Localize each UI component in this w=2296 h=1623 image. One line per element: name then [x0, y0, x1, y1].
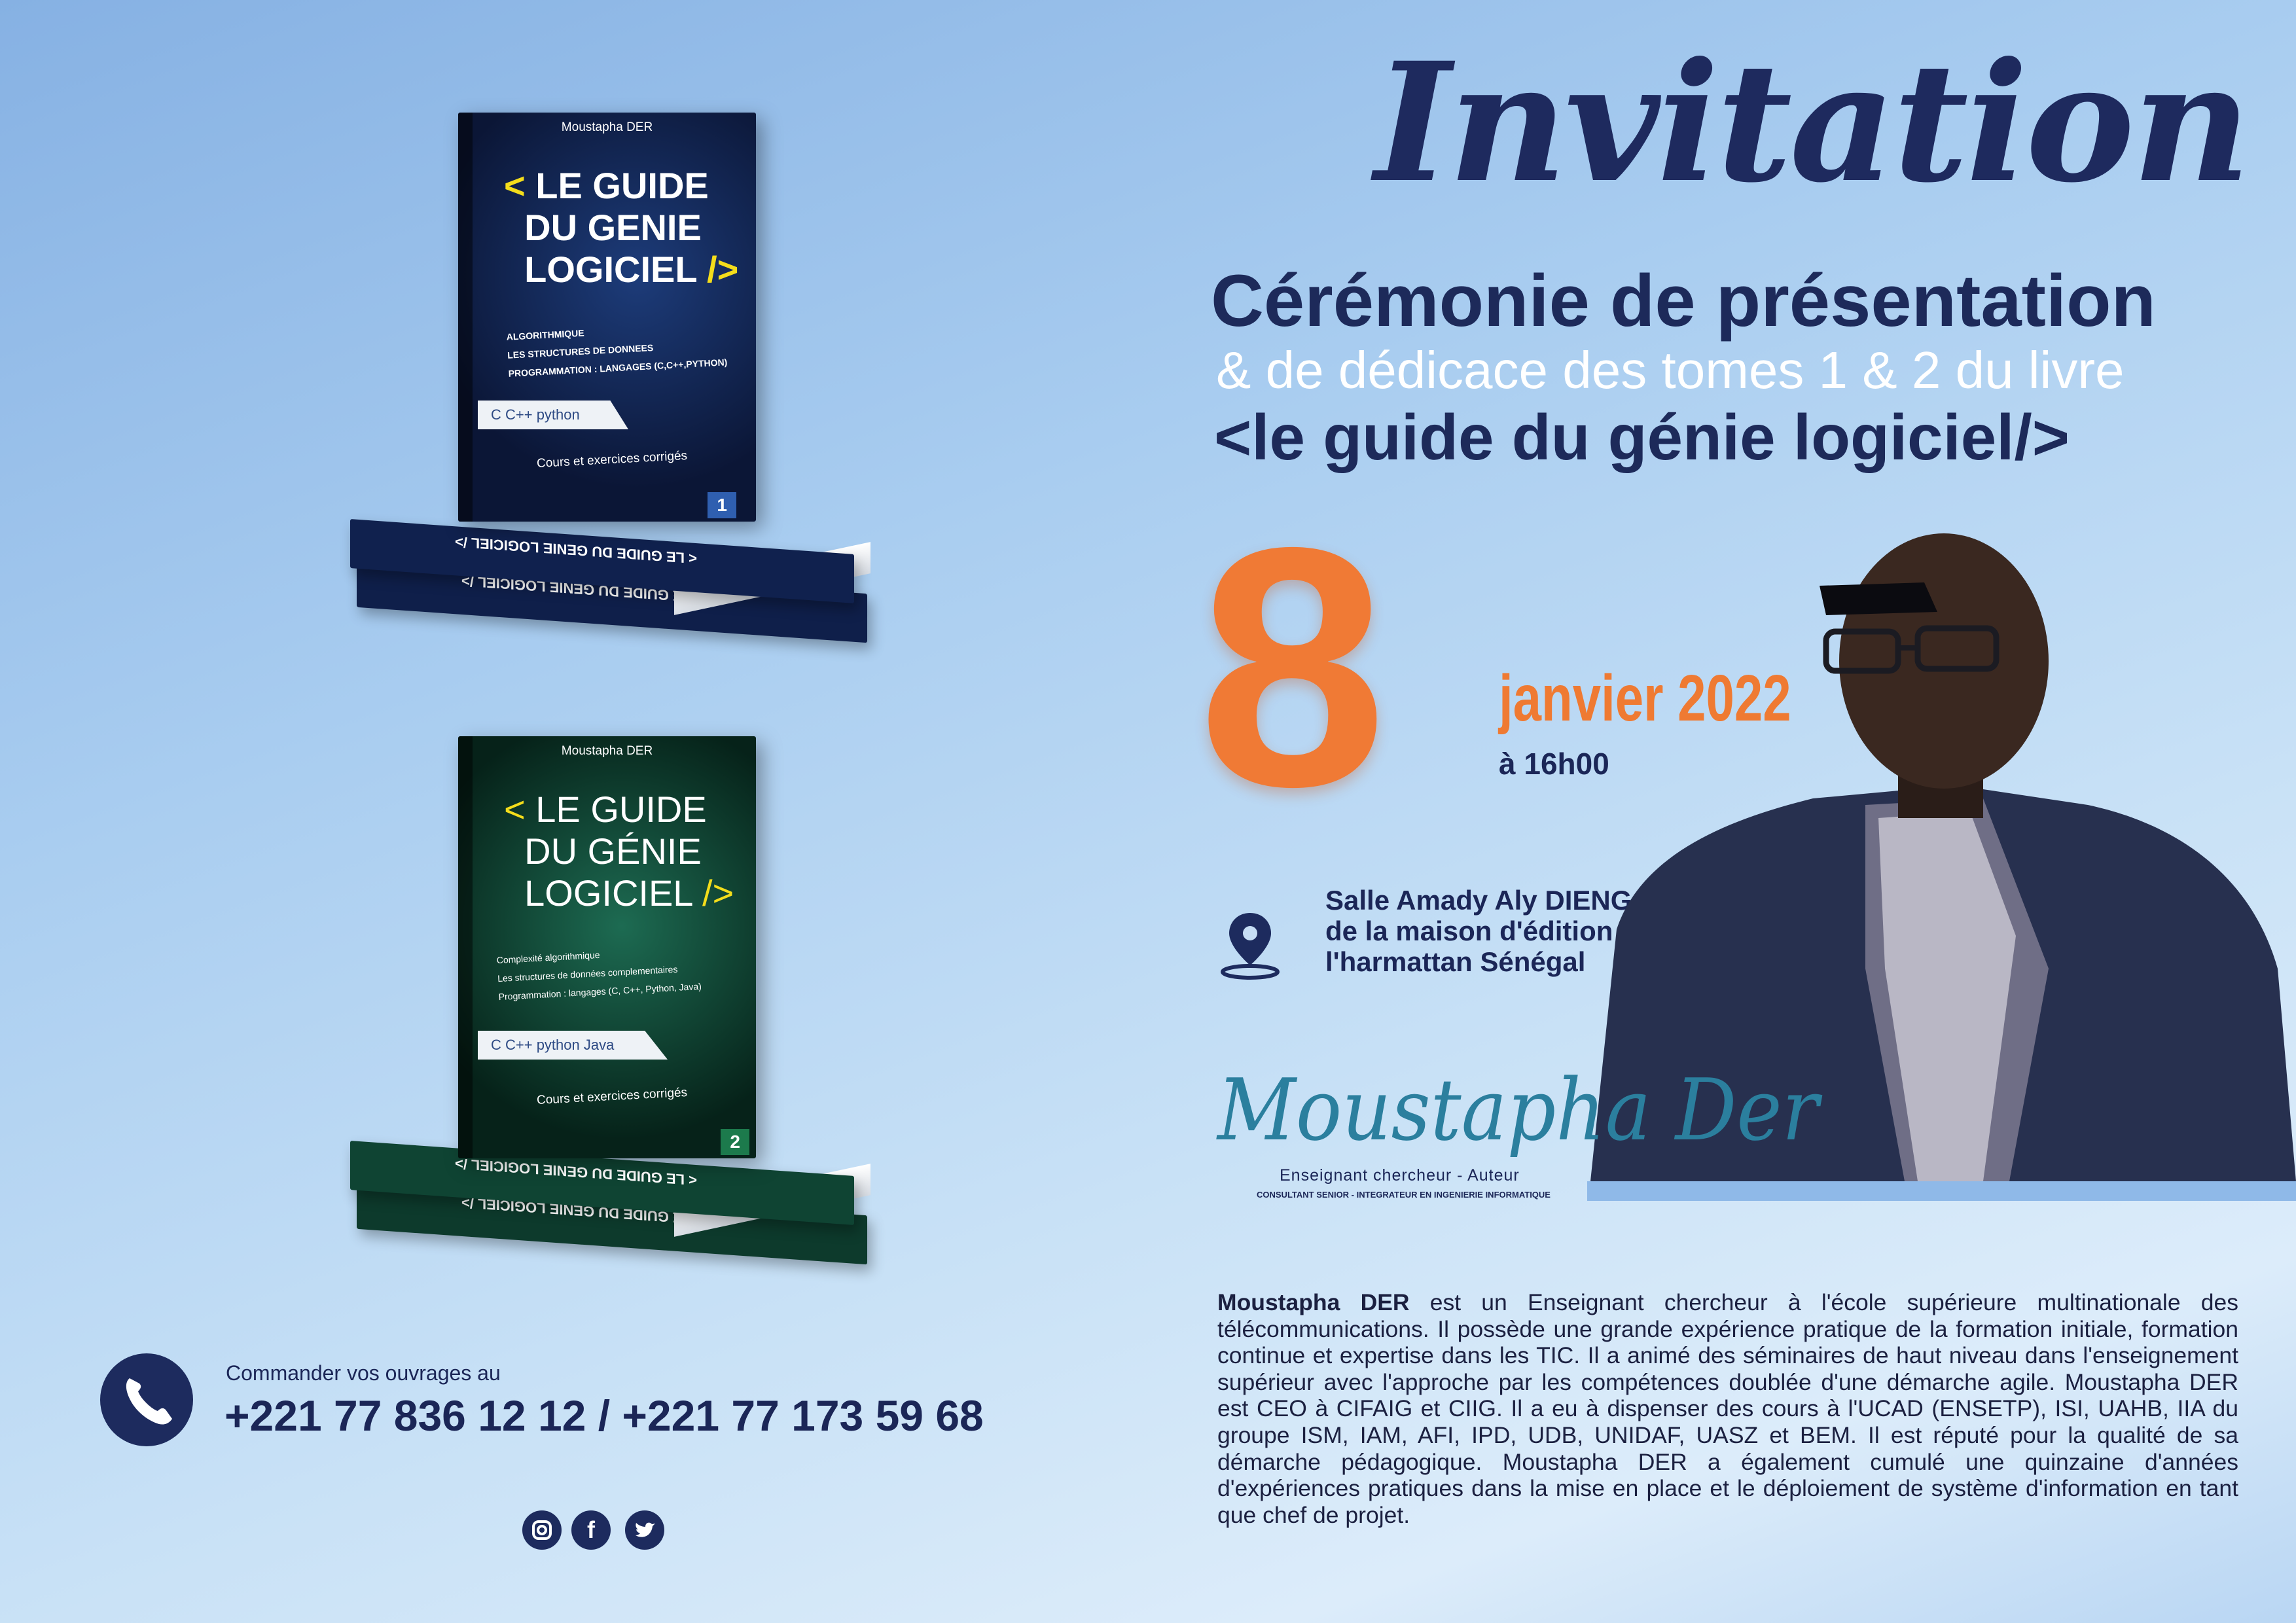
dedication-subheading: & de dédicace des tomes 1 & 2 du livre — [1216, 341, 2125, 399]
book-bullets: ALGORITHMIQUE LES STRUCTURES DE DONNEES PR… — [506, 327, 728, 379]
book-title: < LE GUIDE DU GENIE LOGICIEL /> — [504, 165, 739, 290]
location-pin-icon — [1221, 913, 1280, 980]
book-tome-number: 2 — [721, 1129, 749, 1155]
venue-line: Salle Amady Aly DIENG — [1325, 885, 1632, 916]
book-bullets: Complexité algorithmique Les structures d… — [496, 949, 702, 1003]
book-title: < LE GUIDE DU GÉNIE LOGICIEL /> — [504, 789, 734, 914]
photo-accent-bar — [1587, 1181, 2296, 1201]
book-cover-tome-1: Moustapha DER < LE GUIDE DU GENIE LOGICI… — [458, 113, 756, 522]
bio-author-name: Moustapha DER — [1217, 1289, 1410, 1315]
event-day: 8 — [1198, 477, 1388, 857]
author-role: Enseignant chercheur - Auteur — [1280, 1166, 1520, 1185]
book-tome-number: 1 — [708, 492, 736, 518]
phone-icon — [100, 1353, 193, 1446]
venue-line: l'harmattan Sénégal — [1325, 946, 1586, 977]
ceremony-heading: Cérémonie de présentation — [1211, 260, 2156, 342]
bio-text: est un Enseignant chercheur à l'école su… — [1217, 1289, 2238, 1528]
author-caption: CONSULTANT SENIOR - INTEGRATEUR EN INGEN… — [1257, 1190, 1551, 1200]
book-subtitle: Cours et exercices corrigés — [536, 1085, 688, 1108]
twitter-icon[interactable] — [625, 1510, 664, 1550]
book-author: Moustapha DER — [561, 120, 653, 134]
phone-numbers: +221 77 836 12 12 / +221 77 173 59 68 — [224, 1391, 984, 1440]
order-label: Commander vos ouvrages au — [226, 1361, 501, 1385]
instagram-icon[interactable] — [522, 1510, 562, 1550]
venue-address: Salle Amady Aly DIENG de la maison d'édi… — [1325, 885, 1632, 977]
author-bio: Moustapha DER est un Enseignant chercheu… — [1217, 1289, 2238, 1528]
book-language-logos: C C++ python — [478, 401, 628, 429]
author-signature: Moustapha Der — [1217, 1060, 1819, 1160]
book-title-heading: <le guide du génie logiciel/> — [1214, 401, 2070, 473]
venue-line: de la maison d'édition — [1325, 916, 1613, 946]
book-author: Moustapha DER — [561, 744, 653, 758]
book-cover-tome-2: Moustapha DER < LE GUIDE DU GÉNIE LOGICI… — [458, 736, 756, 1158]
book-language-logos: C C++ python Java — [478, 1031, 668, 1060]
invitation-title: Invitation — [1374, 26, 2251, 219]
book-subtitle: Cours et exercices corrigés — [536, 448, 688, 471]
facebook-icon[interactable]: f — [571, 1510, 611, 1550]
